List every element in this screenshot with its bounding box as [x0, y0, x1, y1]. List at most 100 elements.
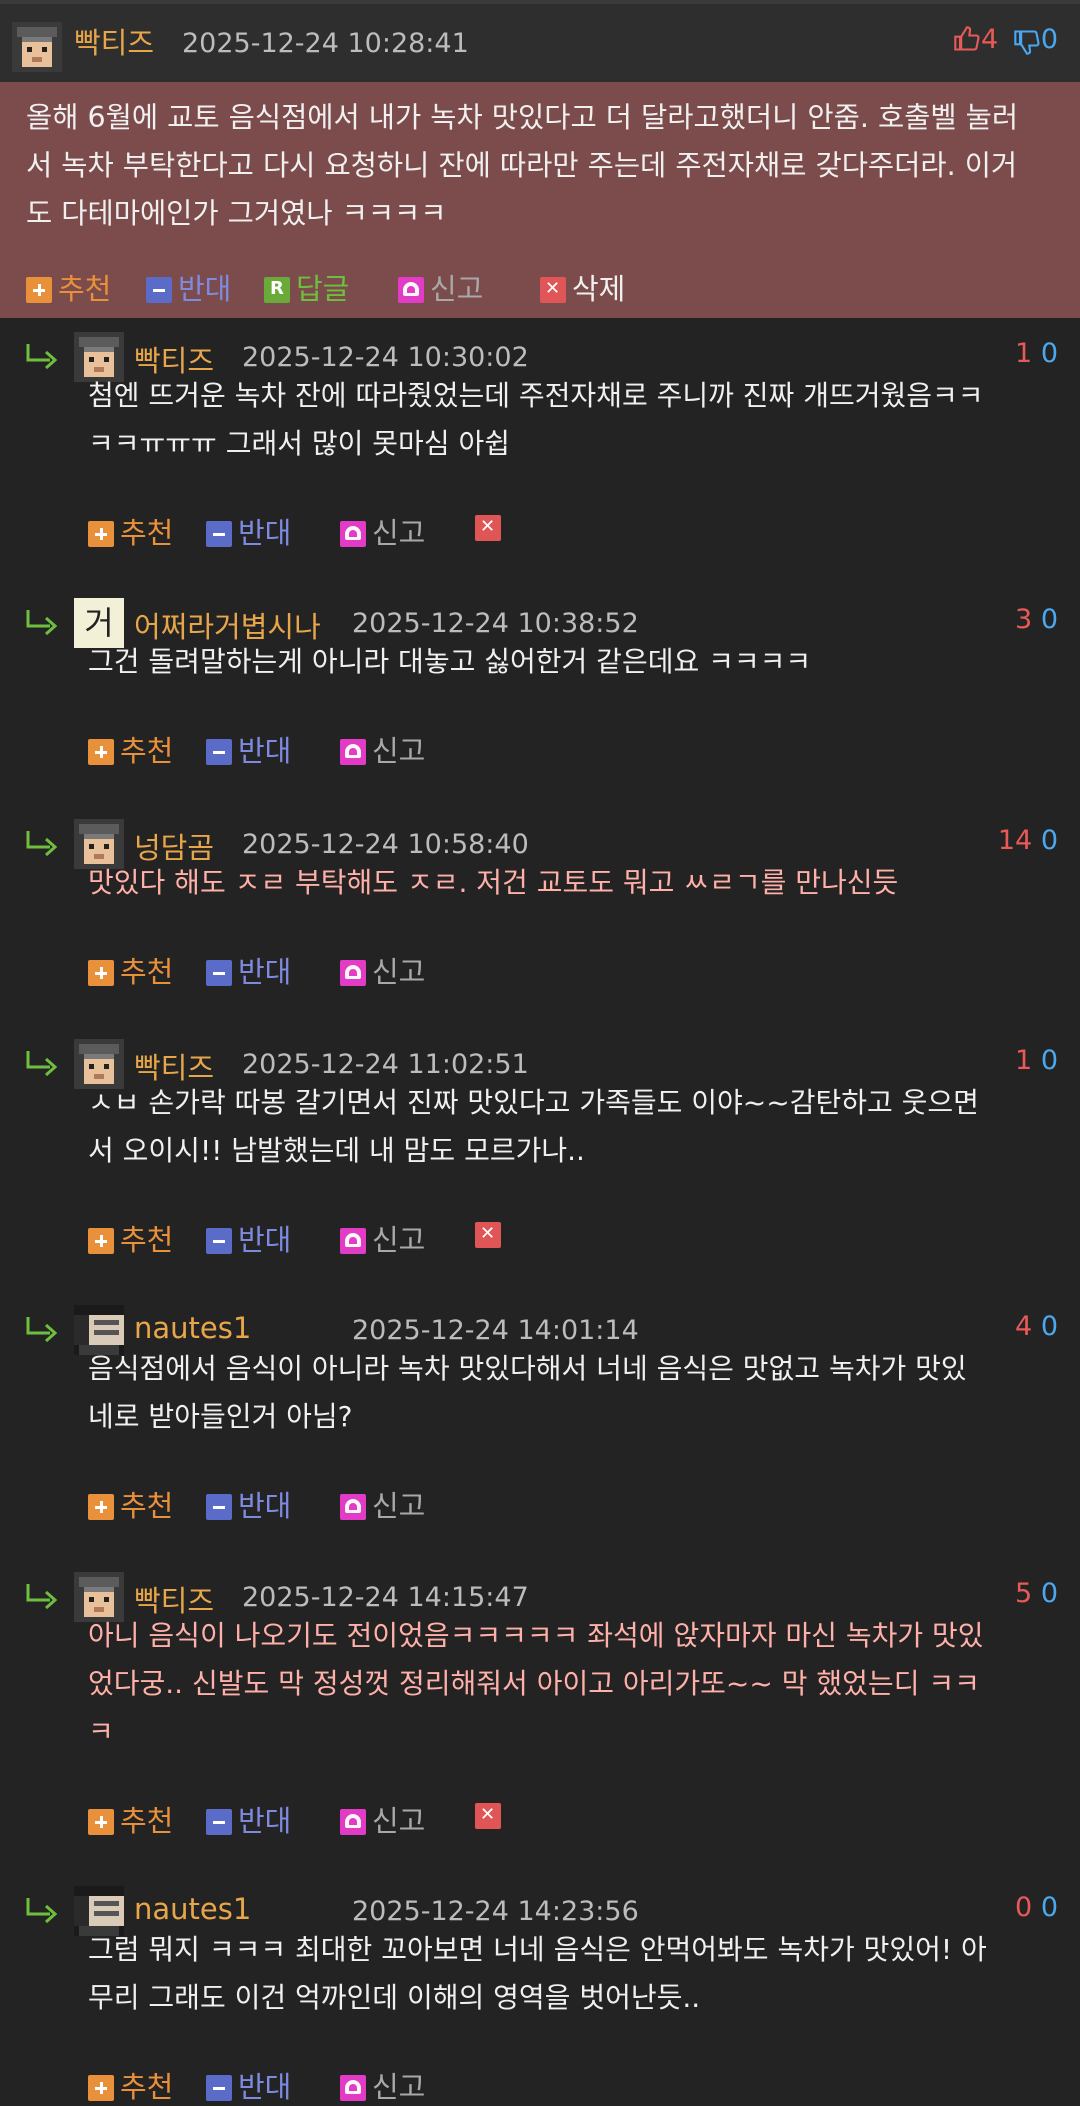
post-upvote-count: 4 — [981, 24, 999, 55]
comment-author[interactable]: nautes1 — [134, 1311, 251, 1345]
plus-icon — [88, 1494, 114, 1520]
plus-icon — [88, 739, 114, 765]
plus-icon — [88, 960, 114, 986]
recommend-button[interactable]: 추천 — [88, 1483, 173, 1525]
comment-upvote-count[interactable]: 4 — [1015, 1311, 1032, 1342]
comment-text: ㅅㅂ 손가락 따봉 갈기면서 진짜 맛있다고 가족들도 이야~~감탄하고 웃으면… — [88, 1079, 979, 1175]
oppose-button[interactable]: 반대 — [206, 1798, 291, 1840]
post-votes: 4 0 — [953, 24, 1058, 56]
minus-icon — [206, 1809, 232, 1835]
reply-button[interactable]: 답글 — [264, 266, 349, 308]
comment-text-line: 맛있다 해도 ㅈㄹ 부탁해도 ㅈㄹ. 저건 교토도 뭐고 ㅆㄹㄱ를 만나신듯 — [88, 866, 899, 899]
comment-date: 2025-12-24 14:23:56 — [352, 1896, 639, 1927]
oppose-button[interactable]: 반대 — [206, 510, 291, 552]
recommend-button[interactable]: 추천 — [88, 728, 173, 770]
post-text-line: 서 녹차 부탁한다고 다시 요청하니 잔에 따라만 주는데 주전자채로 갖다주더… — [26, 149, 1018, 182]
comment-downvote-count[interactable]: 0 — [1041, 604, 1058, 635]
oppose-button[interactable]: 반대 — [206, 949, 291, 991]
oppose-button[interactable]: 반대 — [206, 728, 291, 770]
thumbs-down-icon[interactable] — [1013, 28, 1041, 56]
close-icon — [475, 515, 501, 541]
comment-text: 그럼 뭐지 ㅋㅋㅋ 최대한 꼬아보면 너네 음식은 안먹어봐도 녹차가 맛있어!… — [88, 1926, 987, 2022]
delete-button[interactable]: 삭제 — [540, 266, 625, 308]
comment-date: 2025-12-24 14:15:47 — [242, 1582, 529, 1613]
comment-text-line: 음식점에서 음식이 아니라 녹차 맛있다해서 너네 음식은 맛없고 녹차가 맛있 — [88, 1352, 967, 1385]
comment-downvote-count[interactable]: 0 — [1041, 1045, 1058, 1076]
recommend-button[interactable]: 추천 — [88, 1217, 173, 1259]
plus-icon — [88, 521, 114, 547]
recommend-button[interactable]: 추천 — [88, 1798, 173, 1840]
comment-upvote-count[interactable]: 0 — [1015, 1892, 1032, 1923]
comment-votes: 1 0 — [1015, 1045, 1058, 1076]
post-text: 올해 6월에 교토 음식점에서 내가 녹차 맛있다고 더 달라고했더니 안줌. … — [26, 94, 1018, 238]
report-button[interactable]: 신고 — [340, 510, 425, 552]
comment-text-line: 었다궁.. 신발도 막 정성껏 정리해줘서 아이고 아리가또~~ 막 했었는디 … — [88, 1667, 980, 1700]
comment-downvote-count[interactable]: 0 — [1041, 1311, 1058, 1342]
minus-icon — [206, 1494, 232, 1520]
comment-date: 2025-12-24 11:02:51 — [242, 1049, 529, 1080]
recommend-button[interactable]: 추천 — [26, 266, 111, 308]
reply-arrow-icon — [26, 344, 58, 370]
comment-text-line: 그럼 뭐지 ㅋㅋㅋ 최대한 꼬아보면 너네 음식은 안먹어봐도 녹차가 맛있어!… — [88, 1933, 987, 1966]
comment-votes: 3 0 — [1015, 604, 1058, 635]
user-avatar[interactable] — [12, 22, 62, 72]
comment-downvote-count[interactable]: 0 — [1041, 1578, 1058, 1609]
comment-votes: 14 0 — [998, 825, 1058, 856]
comment-date: 2025-12-24 10:30:02 — [242, 342, 529, 373]
comment-upvote-count[interactable]: 3 — [1015, 604, 1032, 635]
report-button[interactable]: 신고 — [340, 1483, 425, 1525]
reply-icon — [264, 277, 290, 303]
oppose-button[interactable]: 반대 — [206, 2064, 291, 2106]
post-author[interactable]: 빡티즈 — [74, 20, 154, 62]
recommend-button[interactable]: 추천 — [88, 510, 173, 552]
siren-icon — [340, 960, 366, 986]
siren-icon — [340, 2075, 366, 2101]
comment-upvote-count[interactable]: 1 — [1015, 338, 1032, 369]
oppose-button[interactable]: 반대 — [206, 1483, 291, 1525]
comment-author[interactable]: nautes1 — [134, 1892, 251, 1926]
plus-icon — [26, 277, 52, 303]
comment-votes: 4 0 — [1015, 1311, 1058, 1342]
comment-text-line: 첨엔 뜨거운 녹차 잔에 따라줬었는데 주전자채로 주니까 진짜 개뜨거웠음ㅋㅋ — [88, 379, 984, 412]
plus-icon — [88, 1228, 114, 1254]
delete-button[interactable] — [475, 1798, 507, 1832]
report-button[interactable]: 신고 — [398, 266, 483, 308]
delete-button[interactable] — [475, 510, 507, 544]
comment-text: 그건 돌려말하는게 아니라 대놓고 싫어한거 같은데요 ㅋㅋㅋㅋ — [88, 638, 811, 686]
comment-upvote-count[interactable]: 1 — [1015, 1045, 1032, 1076]
comment-date: 2025-12-24 14:01:14 — [352, 1315, 639, 1346]
comment-text: 맛있다 해도 ㅈㄹ 부탁해도 ㅈㄹ. 저건 교토도 뭐고 ㅆㄹㄱ를 만나신듯 — [88, 859, 898, 907]
minus-icon — [146, 277, 172, 303]
comment-downvote-count[interactable]: 0 — [1041, 1892, 1058, 1923]
report-button[interactable]: 신고 — [340, 1798, 425, 1840]
oppose-button[interactable]: 반대 — [146, 266, 231, 308]
post-downvote-count: 0 — [1040, 24, 1058, 55]
siren-icon — [340, 1809, 366, 1835]
svg-text:거: 거 — [84, 604, 113, 642]
plus-icon — [88, 1809, 114, 1835]
comment-downvote-count[interactable]: 0 — [1041, 825, 1058, 856]
comment-upvote-count[interactable]: 5 — [1015, 1578, 1032, 1609]
report-button[interactable]: 신고 — [340, 1217, 425, 1259]
recommend-button[interactable]: 추천 — [88, 2064, 173, 2106]
comment-downvote-count[interactable]: 0 — [1041, 338, 1058, 369]
report-button[interactable]: 신고 — [340, 949, 425, 991]
post-body: 올해 6월에 교토 음식점에서 내가 녹차 맛있다고 더 달라고했더니 안줌. … — [0, 82, 1080, 318]
plus-icon — [88, 2075, 114, 2101]
report-button[interactable]: 신고 — [340, 728, 425, 770]
report-button[interactable]: 신고 — [340, 2064, 425, 2106]
minus-icon — [206, 1228, 232, 1254]
delete-button[interactable] — [475, 1217, 507, 1251]
post-date: 2025-12-24 10:28:41 — [182, 28, 469, 59]
thumbs-up-icon[interactable] — [953, 25, 981, 53]
siren-icon — [398, 277, 424, 303]
reply-arrow-icon — [26, 1317, 58, 1343]
comment-text-line: 서 오이시!! 남발했는데 내 맘도 모르가나.. — [88, 1134, 585, 1167]
recommend-button[interactable]: 추천 — [88, 949, 173, 991]
siren-icon — [340, 1228, 366, 1254]
minus-icon — [206, 521, 232, 547]
reply-arrow-icon — [26, 831, 58, 857]
comment-upvote-count[interactable]: 14 — [998, 825, 1032, 856]
siren-icon — [340, 739, 366, 765]
oppose-button[interactable]: 반대 — [206, 1217, 291, 1259]
